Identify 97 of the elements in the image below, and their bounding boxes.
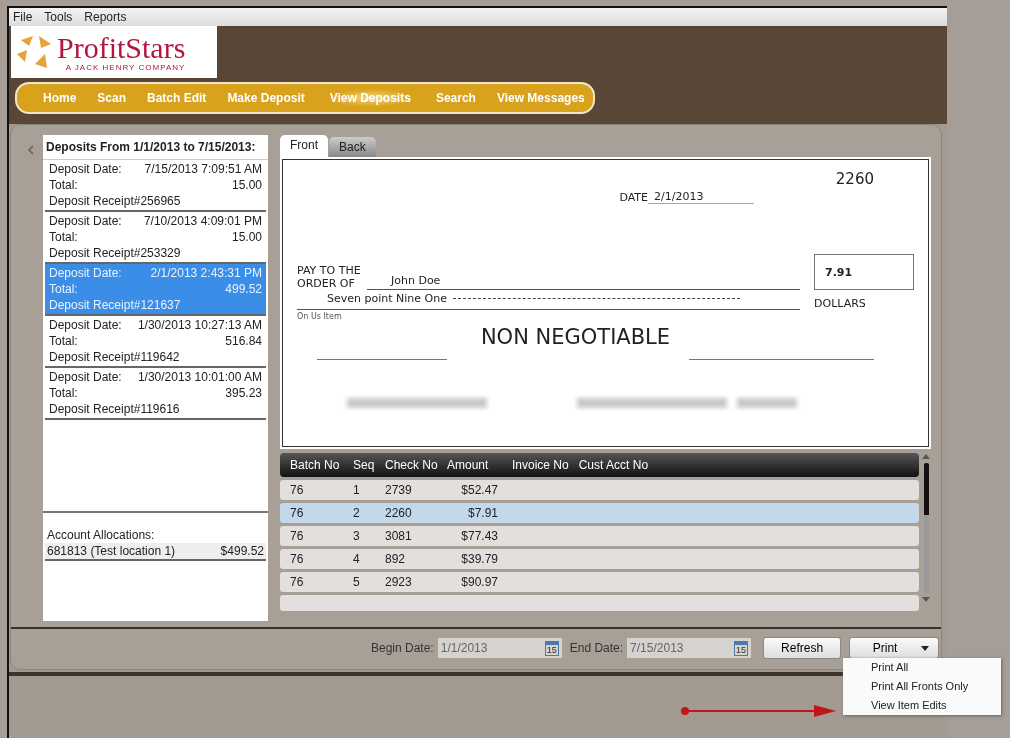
deposit-date-label: Deposit Date: xyxy=(49,369,122,385)
tab[interactable]: Front xyxy=(280,135,328,157)
pay-to-label: PAY TO THE ORDER OF xyxy=(297,264,362,290)
deposit-list-title: Deposits From 1/1/2013 to 7/15/2013: xyxy=(43,135,268,160)
table-cell-text: 76 xyxy=(289,483,305,497)
column-header[interactable]: Amount xyxy=(439,458,498,472)
allocations-title: Account Allocations: xyxy=(46,527,156,543)
menu-item[interactable]: Print All xyxy=(871,661,1001,673)
deposit-date-label: Deposit Date: xyxy=(49,265,122,281)
deposit-receipt: Deposit Receipt#121637 xyxy=(49,297,181,313)
total-label: Total: xyxy=(49,333,78,349)
deposit-date: 7/15/2013 7:09:51 AM xyxy=(144,161,262,177)
deposit-date: 1/30/2013 10:01:00 AM xyxy=(137,369,262,385)
table-cell-text: 892 xyxy=(384,552,407,566)
begin-date-label: Begin Date: xyxy=(371,641,434,655)
table-cell-text: 1 xyxy=(352,483,361,497)
table-cell-text: 76 xyxy=(289,552,305,566)
table-cell-text: 76 xyxy=(289,529,305,543)
table-cell-text: 5 xyxy=(352,575,361,589)
deposit-receipt: Deposit Receipt#253329 xyxy=(49,245,181,261)
caret-icon xyxy=(921,645,930,651)
table-cell-text: 76 xyxy=(289,506,305,520)
refresh-button[interactable]: Refresh xyxy=(763,637,842,659)
end-date-label: End Date: xyxy=(569,641,624,655)
deposit-date: 1/30/2013 10:27:13 AM xyxy=(137,317,262,333)
column-header[interactable]: Check No xyxy=(375,458,439,472)
table-cell-text: $77.43 xyxy=(460,529,498,543)
scroll-up-icon[interactable] xyxy=(922,453,930,459)
deposit-list-item[interactable]: Deposit Date: 1/30/2013 10:01:00 AM Total: 395.23 Deposit Receipt#119616 xyxy=(45,368,266,420)
table-cell-text: $39.79 xyxy=(460,552,498,566)
deposit-date-label: Deposit Date: xyxy=(49,317,122,333)
logo-wordmark: ProfitStars xyxy=(57,32,186,63)
chevron-left-icon[interactable] xyxy=(27,145,35,155)
table-cell-text: 2923 xyxy=(384,575,413,589)
table-row[interactable]: 76 5 2923 $90.97 xyxy=(280,572,919,592)
allocation-account: 681813 (Test location 1) xyxy=(47,544,176,558)
total-value: 15.00 xyxy=(231,229,262,245)
total-label: Total: xyxy=(49,385,78,401)
non-negotiable-text: NON NEGOTIABLE xyxy=(479,325,672,349)
deposit-date-label: Deposit Date: xyxy=(49,161,122,177)
print-dropdown-button[interactable]: Print xyxy=(849,637,940,659)
table-cell-text: 76 xyxy=(289,575,305,589)
menu-item[interactable]: View Item Edits xyxy=(871,699,1001,711)
allocation-amount: $499.52 xyxy=(220,544,264,558)
total-label: Total: xyxy=(49,229,78,245)
table-row[interactable]: 76 1 2739 $52.47 xyxy=(280,480,919,500)
written-amount: Seven point Nine One xyxy=(327,292,447,305)
dollars-label: DOLLARS xyxy=(814,297,867,310)
scroll-down-icon[interactable] xyxy=(922,597,930,603)
redacted-micr-block xyxy=(737,398,797,408)
payee-name: John Doe xyxy=(367,274,800,290)
menu-item[interactable]: Tools xyxy=(44,10,73,24)
column-header[interactable]: Seq xyxy=(343,458,375,472)
column-header[interactable]: Cust Acct No xyxy=(568,458,649,472)
deposit-list-item[interactable]: Deposit Date: 1/30/2013 10:27:13 AM Total: 516.84 Deposit Receipt#119642 xyxy=(45,316,266,368)
table-cell-text: 2 xyxy=(352,506,361,520)
table-row[interactable]: 76 2 2260 $7.91 xyxy=(280,503,919,523)
on-us-label: On Us Item xyxy=(297,312,343,321)
table-row[interactable]: 76 3 3081 $77.43 xyxy=(280,526,919,546)
column-header[interactable]: Batch No xyxy=(280,458,343,472)
table-cell-text: 4 xyxy=(352,552,361,566)
deposit-date: 2/1/2013 2:43:31 PM xyxy=(150,265,262,281)
table-cell-text: 3 xyxy=(352,529,361,543)
total-value: 15.00 xyxy=(231,177,262,193)
menu-item[interactable]: Print All Fronts Only xyxy=(871,680,1001,692)
table-row[interactable]: 76 4 892 $39.79 xyxy=(280,549,919,569)
table-cell-text: 3081 xyxy=(384,529,413,543)
scrollbar[interactable] xyxy=(921,453,931,603)
column-header[interactable]: Invoice No xyxy=(498,458,569,472)
deposit-receipt: Deposit Receipt#256965 xyxy=(49,193,181,209)
total-value: 516.84 xyxy=(225,333,262,349)
calendar-icon[interactable]: 15 xyxy=(734,640,749,656)
table-cell-text: 2260 xyxy=(384,506,413,520)
calendar-icon[interactable]: 15 xyxy=(544,640,559,656)
table-cell-text: $90.97 xyxy=(460,575,498,589)
amount-field: 7.91 xyxy=(814,254,914,290)
menu-item[interactable]: File xyxy=(13,10,33,24)
total-label: Total: xyxy=(49,281,78,297)
logo-tagline: A JACK HENRY COMPANY xyxy=(65,62,186,72)
check-date: 2/1/2013 xyxy=(648,190,754,204)
deposit-receipt: Deposit Receipt#119616 xyxy=(49,401,180,417)
total-label: Total: xyxy=(49,177,78,193)
menu-item[interactable]: Reports xyxy=(84,10,127,24)
deposit-list-item[interactable]: Deposit Date: 7/15/2013 7:09:51 AM Total: 15.00 Deposit Receipt#256965 xyxy=(45,160,266,212)
end-date-field[interactable]: 7/15/2013 15 xyxy=(627,638,752,658)
deposit-receipt: Deposit Receipt#119642 xyxy=(49,349,180,365)
table-cell-text: $52.47 xyxy=(460,483,498,497)
table-cell-text: $7.91 xyxy=(466,506,498,520)
deposit-date: 7/10/2013 4:09:01 PM xyxy=(143,213,262,229)
date-label: DATE xyxy=(619,191,648,204)
table-cell-text: 2739 xyxy=(384,483,413,497)
begin-date-field[interactable]: 1/1/2013 15 xyxy=(437,638,562,658)
tab[interactable]: Back xyxy=(329,137,376,157)
total-value: 395.23 xyxy=(225,385,262,401)
deposit-date-label: Deposit Date: xyxy=(49,213,122,229)
total-value: 499.52 xyxy=(225,281,262,297)
check-number: 2260 xyxy=(834,170,875,188)
